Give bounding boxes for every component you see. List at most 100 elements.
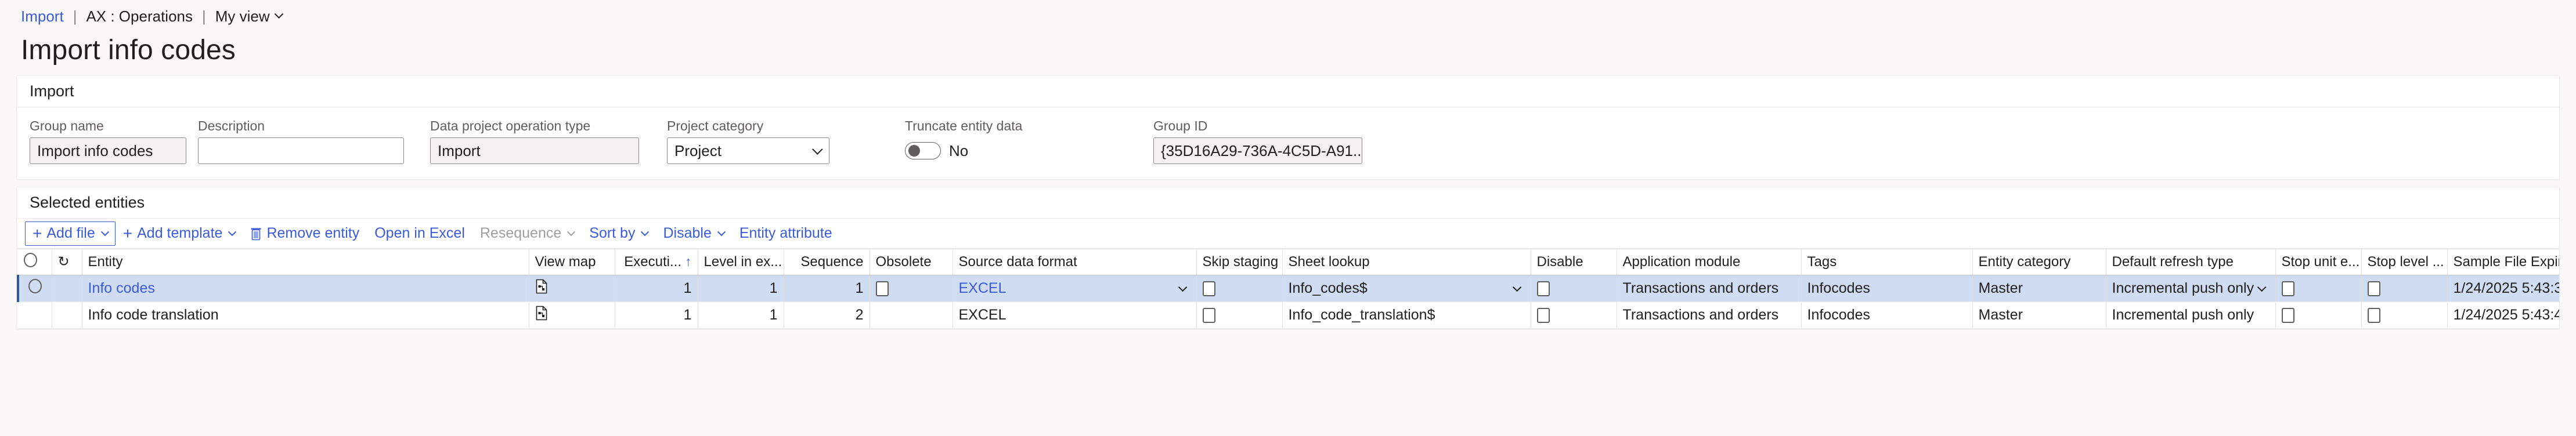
source-data-format-value[interactable]: EXCEL (959, 307, 1006, 323)
group-name-input[interactable]: Import info codes (30, 137, 186, 164)
cell-entity-category[interactable]: Master (1972, 275, 2106, 302)
group-id-input[interactable]: {35D16A29-736A-4C5D-A91... (1153, 137, 1362, 164)
sort-by-button[interactable]: Sort by (582, 221, 655, 246)
cell-default-refresh-type[interactable]: Incremental push only (2106, 301, 2276, 329)
stop-level-error-checkbox[interactable] (2367, 307, 2380, 323)
refresh-icon[interactable]: ↻ (58, 254, 70, 270)
cell-stop-unit-error[interactable] (2275, 275, 2362, 302)
entity-name[interactable]: Info codes (88, 280, 155, 296)
chevron-down-icon[interactable] (100, 227, 109, 236)
entity-attribute-button[interactable]: Entity attribute (732, 221, 840, 246)
entity-name[interactable]: Info code translation (88, 307, 219, 323)
col-header-view-map[interactable]: View map (529, 249, 615, 275)
project-category-select[interactable]: Project (667, 137, 829, 164)
view-map-icon[interactable] (535, 306, 548, 325)
data-project-operation-type-input[interactable]: Import (430, 137, 639, 164)
row-select-cell[interactable] (17, 275, 52, 302)
cell-sample-file-expiry-date[interactable]: 1/24/2025 5:43:47 PM (2447, 301, 2560, 329)
cell-level-in-execution-unit[interactable]: 1 (698, 275, 784, 302)
disable-checkbox[interactable] (1536, 307, 1550, 323)
cell-source-data-format[interactable]: EXCEL (953, 275, 1197, 302)
col-header-source-data-format[interactable]: Source data format (953, 249, 1197, 275)
cell-view-map[interactable] (529, 301, 615, 329)
breadcrumb-item-import[interactable]: Import (21, 8, 64, 26)
add-file-button[interactable]: + Add file (25, 221, 116, 246)
cell-sequence[interactable]: 2 (784, 301, 870, 329)
cell-stop-level-error[interactable] (2361, 301, 2448, 329)
cell-obsolete[interactable] (870, 275, 953, 302)
stop-unit-error-checkbox[interactable] (2281, 307, 2294, 323)
cell-tags[interactable]: Infocodes (1801, 301, 1973, 329)
chevron-down-icon[interactable] (1178, 282, 1187, 292)
col-header-application-module[interactable]: Application module (1617, 249, 1802, 275)
cell-disable[interactable] (1531, 275, 1617, 302)
cell-tags[interactable]: Infocodes (1801, 275, 1973, 302)
remove-entity-button[interactable]: Remove entity (243, 221, 367, 246)
cell-entity[interactable]: Info code translation (82, 301, 529, 329)
cell-obsolete[interactable] (870, 301, 953, 329)
default-refresh-type-select[interactable]: Incremental push only (2112, 280, 2270, 297)
cell-stop-level-error[interactable] (2361, 275, 2448, 302)
radio-icon[interactable] (28, 279, 42, 293)
stop-level-error-checkbox[interactable] (2367, 281, 2380, 296)
cell-skip-staging[interactable] (1196, 275, 1283, 302)
cell-application-module[interactable]: Transactions and orders (1617, 275, 1802, 302)
disable-checkbox[interactable] (1536, 281, 1550, 296)
cell-sheet-lookup[interactable]: Info_code_translation$ (1282, 301, 1531, 329)
obsolete-checkbox[interactable] (875, 281, 889, 296)
col-header-stop-level-error[interactable]: Stop level ... (2361, 249, 2448, 275)
chevron-down-icon[interactable] (228, 227, 237, 236)
refresh-grid-header[interactable]: ↻ (52, 249, 82, 275)
cell-skip-staging[interactable] (1196, 301, 1283, 329)
chevron-down-icon[interactable] (717, 227, 726, 236)
sheet-lookup-value[interactable]: Info_code_translation$ (1289, 307, 1435, 323)
radio-icon[interactable] (24, 252, 37, 267)
col-header-execution-unit[interactable]: Executi... ↑ (615, 249, 698, 275)
col-header-entity[interactable]: Entity (82, 249, 529, 275)
cell-sheet-lookup[interactable]: Info_codes$ (1282, 275, 1531, 302)
sample-file-expiry-date-cell[interactable]: 1/24/2025 5:43:30 ... (2454, 280, 2560, 297)
chevron-down-icon[interactable] (2257, 282, 2266, 292)
table-row[interactable]: Info code translation 1 1 2 EXCEL Info_code_t… (18, 301, 2560, 329)
cell-level-in-execution-unit[interactable]: 1 (698, 301, 784, 329)
chevron-down-icon[interactable] (274, 9, 283, 19)
chevron-down-icon[interactable] (812, 143, 823, 155)
cell-default-refresh-type[interactable]: Incremental push only (2106, 275, 2276, 302)
cell-source-data-format[interactable]: EXCEL (953, 301, 1197, 329)
table-row[interactable]: Info codes 1 1 1 EXCEL Info_codes$ Transaction… (17, 275, 2560, 302)
chevron-down-icon[interactable] (641, 227, 650, 236)
row-select-cell[interactable] (18, 301, 52, 329)
default-refresh-type-value[interactable]: Incremental push only (2112, 307, 2254, 323)
skip-staging-checkbox[interactable] (1202, 307, 1215, 323)
open-in-excel-button[interactable]: Open in Excel (367, 221, 472, 246)
col-header-obsolete[interactable]: Obsolete (870, 249, 953, 275)
cell-application-module[interactable]: Transactions and orders (1617, 301, 1802, 329)
stop-unit-error-checkbox[interactable] (2281, 281, 2294, 296)
sample-file-expiry-date-cell[interactable]: 1/24/2025 5:43:47 PM (2454, 307, 2560, 324)
skip-staging-checkbox[interactable] (1202, 281, 1215, 296)
cell-entity[interactable]: Info codes (82, 275, 529, 302)
truncate-entity-data-toggle[interactable] (905, 142, 941, 159)
source-data-format-select[interactable]: EXCEL (959, 280, 1190, 297)
col-header-tags[interactable]: Tags (1801, 249, 1973, 275)
cell-execution-unit[interactable]: 1 (615, 301, 698, 329)
chevron-down-icon[interactable] (1512, 282, 1521, 292)
sheet-lookup-select[interactable]: Info_codes$ (1289, 280, 1525, 297)
col-header-skip-staging[interactable]: Skip staging (1196, 249, 1283, 275)
add-template-button[interactable]: + Add template (116, 221, 243, 246)
col-header-stop-unit-error[interactable]: Stop unit e... (2275, 249, 2362, 275)
cell-view-map[interactable] (529, 275, 615, 302)
col-header-default-refresh-type[interactable]: Default refresh type (2106, 249, 2276, 275)
cell-sequence[interactable]: 1 (784, 275, 870, 302)
col-header-sequence[interactable]: Sequence (784, 249, 870, 275)
breadcrumb-item-my-view[interactable]: My view (215, 8, 270, 26)
description-input[interactable] (198, 137, 404, 164)
col-header-sheet-lookup[interactable]: Sheet lookup (1282, 249, 1531, 275)
view-map-icon[interactable] (535, 279, 548, 298)
cell-execution-unit[interactable]: 1 (615, 275, 698, 302)
select-all-header[interactable] (18, 249, 52, 275)
col-header-disable[interactable]: Disable (1531, 249, 1617, 275)
disable-button[interactable]: Disable (655, 221, 731, 246)
col-header-entity-category[interactable]: Entity category (1972, 249, 2106, 275)
cell-sample-file-expiry-date[interactable]: 1/24/2025 5:43:30 ... (2447, 275, 2560, 302)
